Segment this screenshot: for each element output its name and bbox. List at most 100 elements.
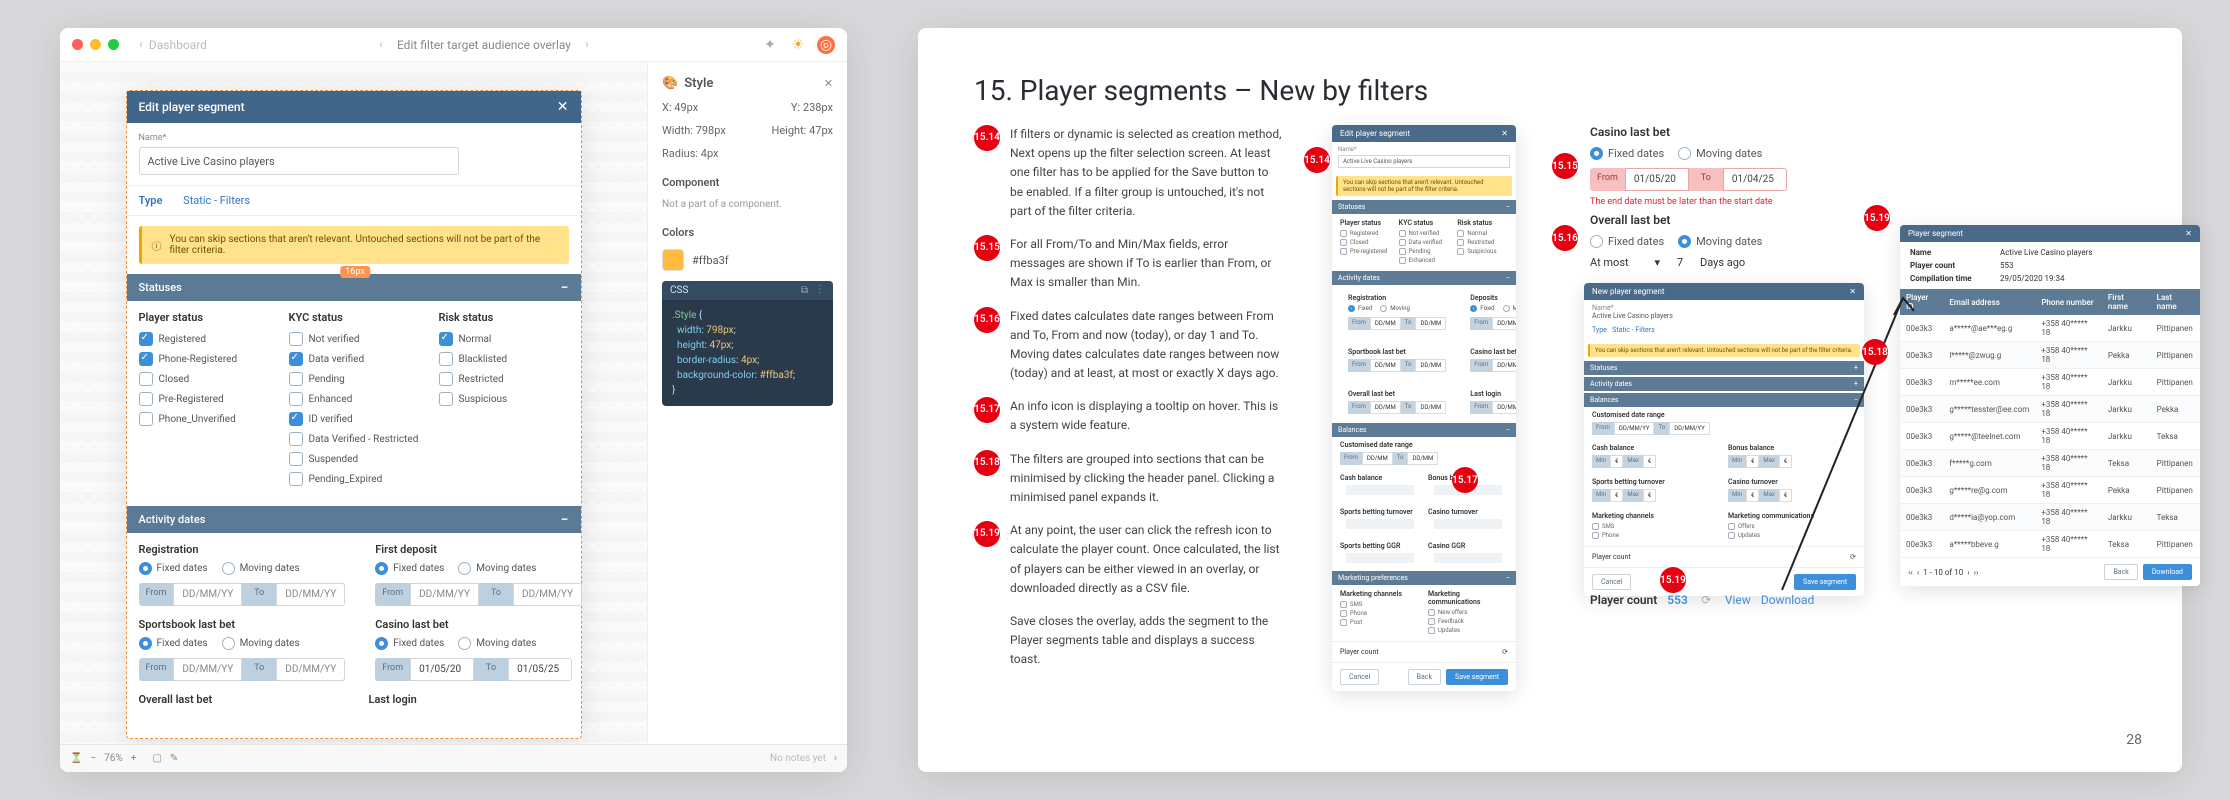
minimize-dot-icon[interactable] bbox=[90, 39, 101, 50]
pin: 15.18 bbox=[1862, 339, 1888, 365]
refresh-icon[interactable]: ⟳ bbox=[1698, 591, 1715, 608]
checkbox-option[interactable]: Phone_Unverified bbox=[139, 412, 269, 426]
date-input[interactable]: 01/04/25 bbox=[1723, 168, 1787, 191]
notes-placeholder[interactable]: No notes yet bbox=[770, 753, 826, 764]
radio-moving[interactable]: Moving dates bbox=[1678, 235, 1762, 248]
page-title: 15. Player segments – New by filters bbox=[974, 74, 2126, 107]
checkbox-option[interactable]: Restricted bbox=[439, 372, 569, 386]
chevron-right-icon[interactable]: › bbox=[834, 753, 837, 764]
statuses-panel-header[interactable]: Statuses − bbox=[127, 274, 581, 301]
sportsbook-title: Sportsbook last bet bbox=[139, 618, 346, 631]
table-header[interactable]: Phone number bbox=[2035, 289, 2102, 315]
checkbox-option[interactable]: Suspended bbox=[289, 452, 419, 466]
comment-icon[interactable]: ✎ bbox=[170, 753, 178, 764]
copy-icon[interactable]: ⧉ ⋮ bbox=[801, 285, 825, 296]
info-icon: ⓘ bbox=[152, 238, 162, 253]
back-button[interactable]: Back bbox=[2104, 564, 2137, 580]
error-message: The end date must be later than the star… bbox=[1590, 197, 1787, 207]
checkbox-option[interactable]: Data Verified - Restricted bbox=[289, 432, 419, 446]
maximize-dot-icon[interactable] bbox=[108, 39, 119, 50]
spec-page: 15. Player segments – New by filters 15.… bbox=[918, 28, 2182, 772]
radio-moving[interactable]: Moving dates bbox=[222, 637, 300, 650]
date-input[interactable]: 01/05/25 bbox=[508, 658, 572, 681]
spec-notes: 15.14If filters or dynamic is selected a… bbox=[974, 125, 1284, 670]
checkbox-option[interactable]: Enhanced bbox=[289, 392, 419, 406]
date-input[interactable]: DD/MM/YY bbox=[173, 658, 242, 681]
checkbox-option[interactable]: Pre-Registered bbox=[139, 392, 269, 406]
close-icon[interactable]: ✕ bbox=[557, 99, 569, 115]
refresh-icon[interactable]: ⟳ bbox=[1502, 648, 1508, 656]
radio-fixed[interactable]: Fixed dates bbox=[139, 637, 208, 650]
info-banner: You can skip sections that aren't releva… bbox=[1336, 176, 1512, 196]
radio-fixed[interactable]: Fixed dates bbox=[139, 562, 208, 575]
days-input[interactable]: 7 bbox=[1660, 256, 1700, 269]
date-input[interactable]: DD/MM/YY bbox=[276, 658, 345, 681]
date-input[interactable]: DD/MM/YY bbox=[276, 583, 345, 606]
css-code[interactable]: .Style { width: 798px; height: 47px; bor… bbox=[662, 300, 833, 406]
info-text: You can skip sections that aren't releva… bbox=[170, 234, 559, 256]
radio-fixed[interactable]: Fixed dates bbox=[375, 637, 444, 650]
radio-moving[interactable]: Moving dates bbox=[458, 637, 536, 650]
radio-moving[interactable]: Moving dates bbox=[458, 562, 536, 575]
statuses-title: Statuses bbox=[139, 281, 182, 294]
css-label: CSS bbox=[670, 285, 688, 296]
kyc-status-title: KYC status bbox=[289, 311, 419, 324]
pin: 15.17 bbox=[1452, 467, 1478, 493]
download-button[interactable]: Download bbox=[2143, 564, 2192, 580]
checkbox-option[interactable]: ID verified bbox=[289, 412, 419, 426]
checkbox-option[interactable]: Closed bbox=[139, 372, 269, 386]
date-input[interactable]: DD/MM/YY bbox=[513, 583, 582, 606]
checkbox-option[interactable]: Pending_Expired bbox=[289, 472, 419, 486]
segment-name-input[interactable] bbox=[139, 147, 459, 175]
breadcrumb[interactable]: Dashboard bbox=[149, 38, 207, 52]
checkbox-option[interactable]: Phone-Registered bbox=[139, 352, 269, 366]
activity-dates-panel-header[interactable]: Activity dates − bbox=[127, 506, 581, 533]
save-button[interactable]: Save segment bbox=[1446, 669, 1508, 685]
close-dot-icon[interactable] bbox=[72, 39, 83, 50]
back-button[interactable]: Back bbox=[1408, 669, 1441, 685]
date-input[interactable]: 01/05/20 bbox=[410, 658, 474, 681]
date-input[interactable]: 01/05/20 bbox=[1625, 168, 1689, 191]
table-header[interactable]: First name bbox=[2102, 289, 2151, 315]
cancel-button[interactable]: Cancel bbox=[1592, 574, 1631, 590]
radio-fixed[interactable]: Fixed dates bbox=[1590, 235, 1664, 248]
timer-icon[interactable]: ⏳ bbox=[70, 753, 82, 764]
checkbox-option[interactable]: Blacklisted bbox=[439, 352, 569, 366]
checkbox-option[interactable]: Suspicious bbox=[439, 392, 569, 406]
checkbox-option[interactable]: Pending bbox=[289, 372, 419, 386]
notifications-icon[interactable]: ✦ bbox=[761, 36, 779, 54]
zoom-level[interactable]: 76% bbox=[104, 753, 123, 764]
pin: 15.15 bbox=[1552, 153, 1578, 179]
next-artboard-icon[interactable]: › bbox=[579, 37, 595, 52]
close-icon[interactable]: ✕ bbox=[1501, 129, 1508, 138]
sun-icon[interactable]: ☀ bbox=[789, 36, 807, 54]
radio-moving[interactable]: Moving dates bbox=[222, 562, 300, 575]
date-input[interactable]: DD/MM/YY bbox=[410, 583, 479, 606]
checkbox-option[interactable]: Registered bbox=[139, 332, 269, 346]
overall-last-bet-snippet: Overall last bet Fixed dates Moving date… bbox=[1590, 213, 1762, 269]
window-controls[interactable] bbox=[72, 39, 119, 50]
palette-icon: 🎨 bbox=[662, 76, 678, 91]
close-icon[interactable]: ✕ bbox=[2185, 229, 2192, 238]
layers-icon[interactable]: ▢ bbox=[152, 753, 161, 764]
canvas[interactable]: Edit player segment ✕ Name* Type Static … bbox=[60, 62, 647, 772]
registration-date-range: From DD/MM/YY To DD/MM/YY bbox=[139, 583, 346, 606]
overlay-header: Edit player segment ✕ bbox=[127, 91, 581, 123]
cancel-button[interactable]: Cancel bbox=[1340, 669, 1379, 685]
nav-back-icon[interactable]: ‹ bbox=[133, 37, 149, 52]
color-swatch[interactable] bbox=[662, 249, 684, 271]
radio-fixed[interactable]: Fixed dates bbox=[1590, 147, 1664, 160]
checkbox-option[interactable]: Normal bbox=[439, 332, 569, 346]
collapse-icon[interactable]: − bbox=[561, 515, 569, 525]
life-ring-icon[interactable]: ◎ bbox=[817, 36, 835, 54]
checkbox-option[interactable]: Not verified bbox=[289, 332, 419, 346]
close-icon[interactable]: ✕ bbox=[824, 77, 833, 90]
radio-moving[interactable]: Moving dates bbox=[1678, 147, 1762, 160]
checkbox-option[interactable]: Data verified bbox=[289, 352, 419, 366]
radio-fixed[interactable]: Fixed dates bbox=[375, 562, 444, 575]
collapse-icon[interactable]: − bbox=[561, 283, 569, 293]
table-header[interactable]: Last name bbox=[2151, 289, 2200, 315]
operator-select[interactable]: At most▾ bbox=[1590, 256, 1660, 269]
date-input[interactable]: DD/MM/YY bbox=[173, 583, 242, 606]
prev-artboard-icon[interactable]: ‹ bbox=[373, 37, 389, 52]
